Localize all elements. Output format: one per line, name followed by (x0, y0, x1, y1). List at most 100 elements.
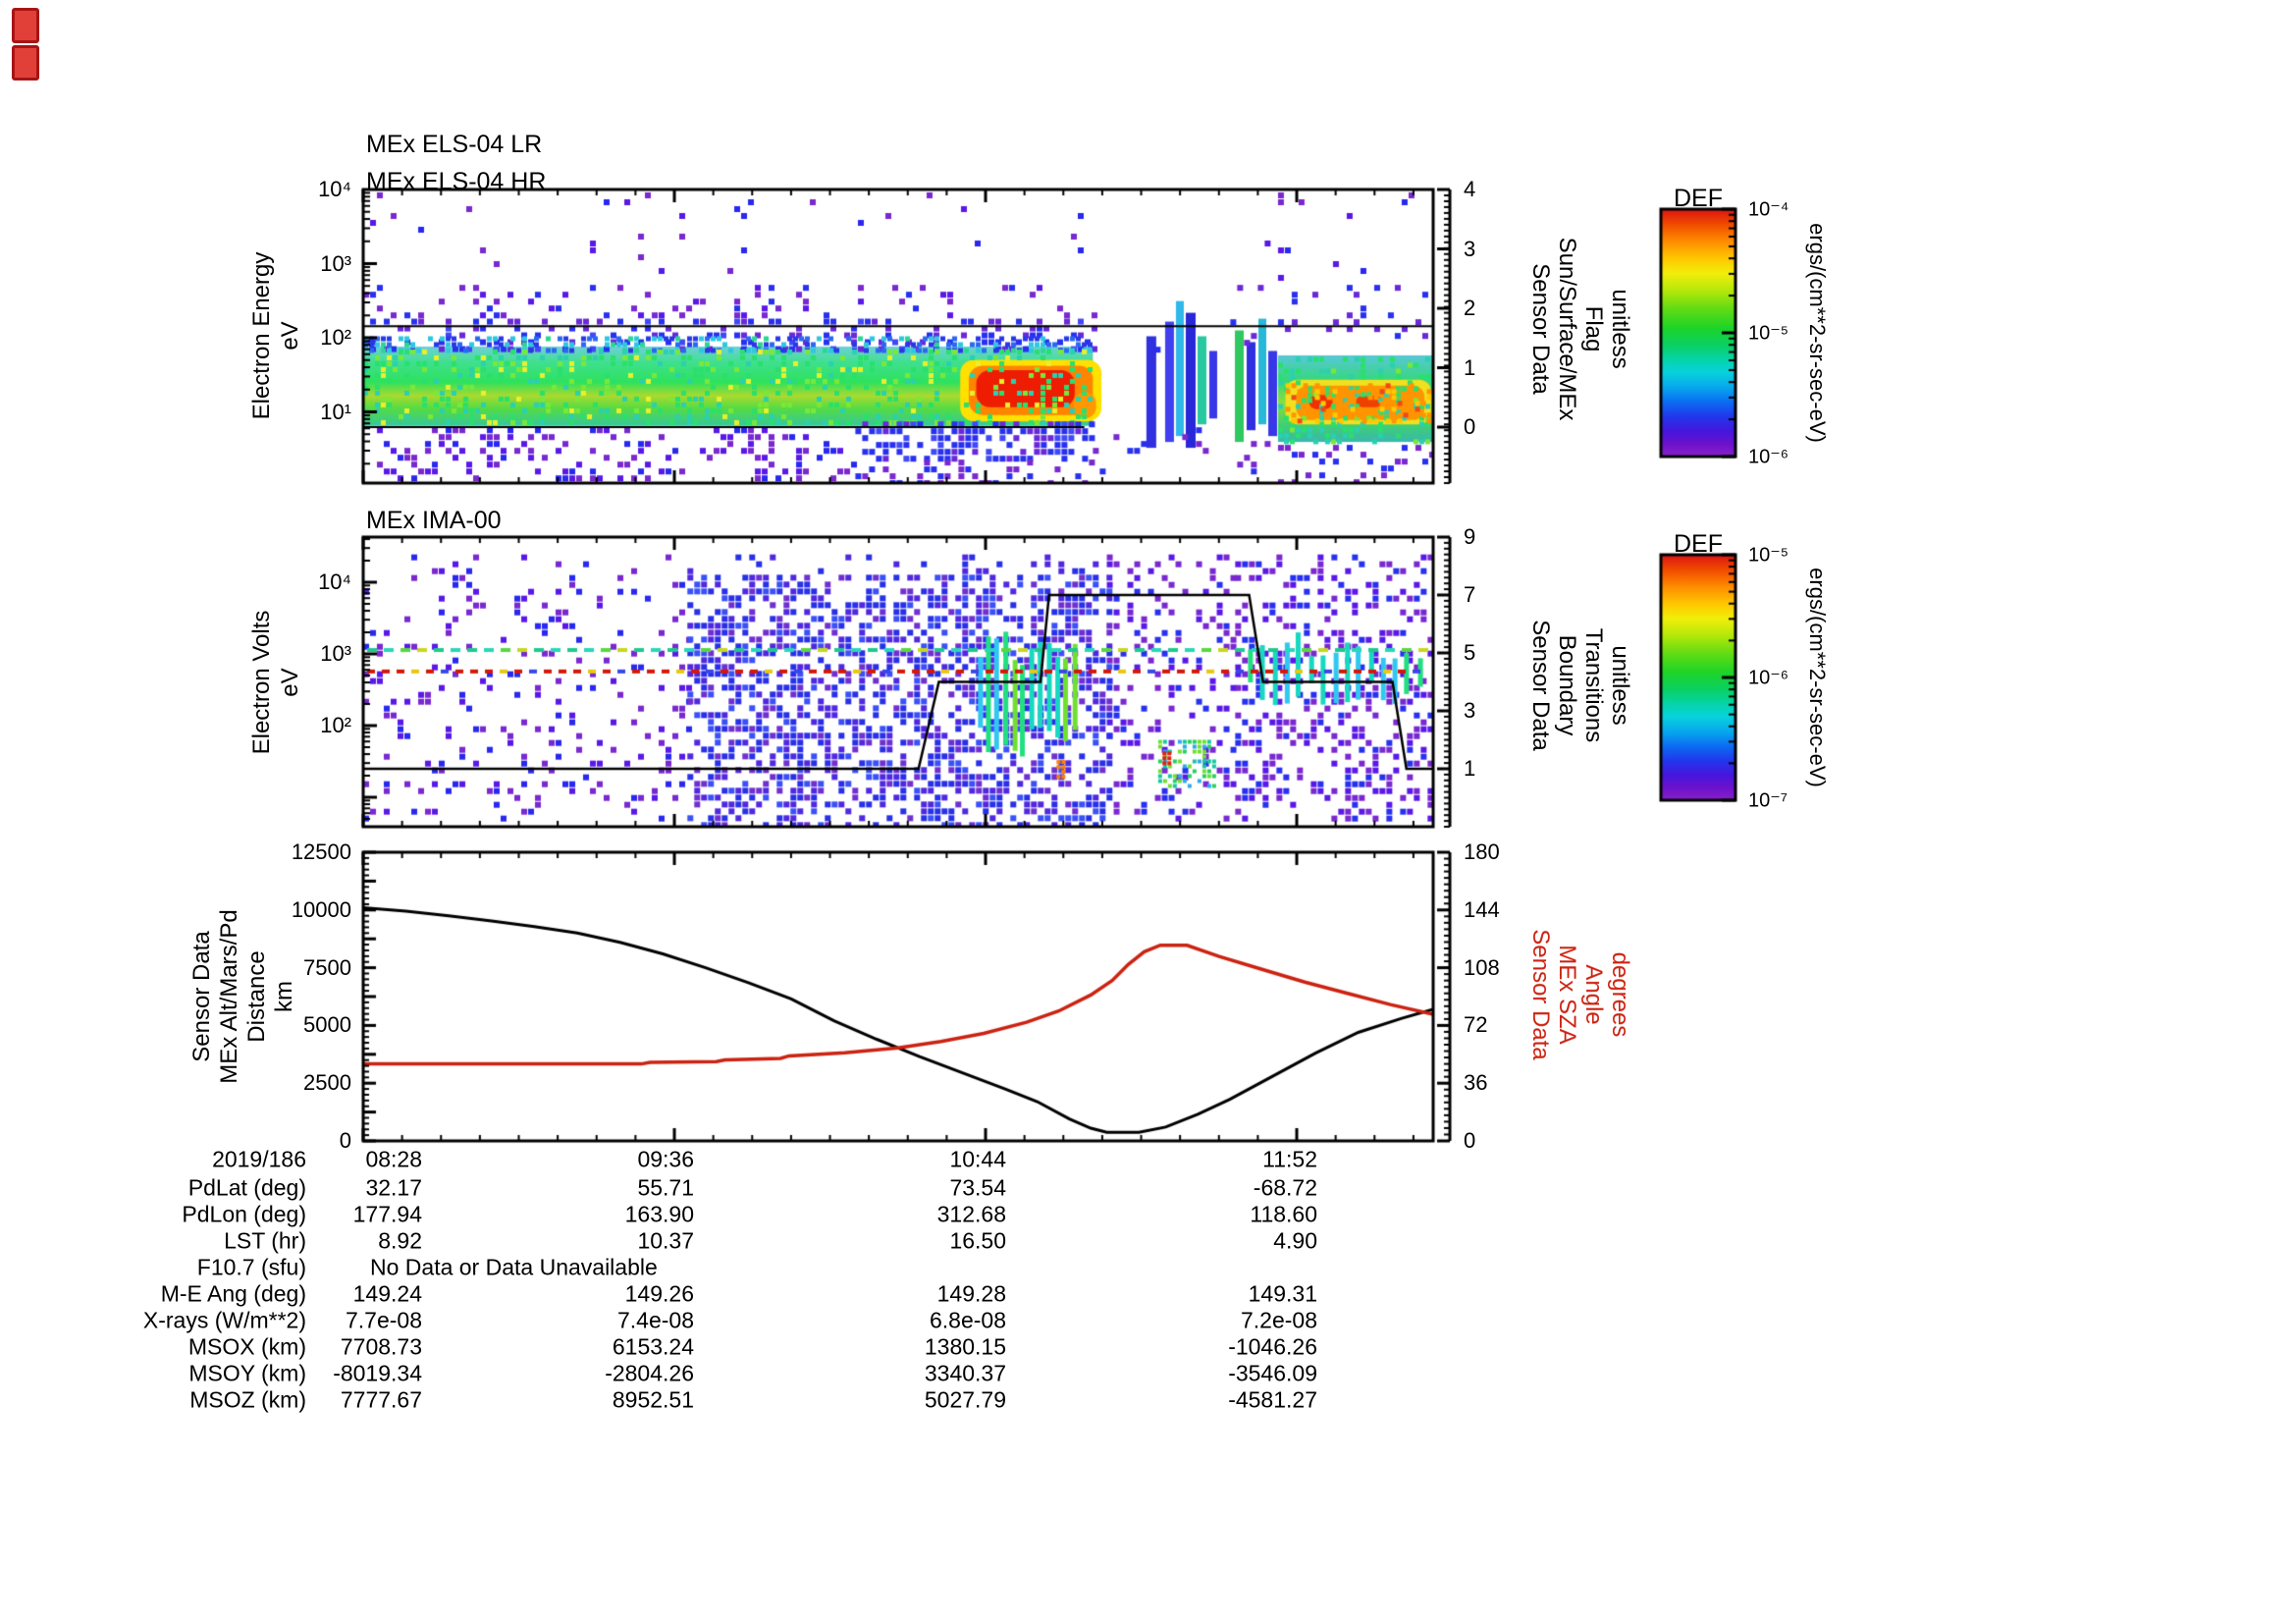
table-value: 312.68 (936, 1201, 1006, 1227)
ylabel-traj: Sensor Data MEx Alt/Mars/Pd Distance km (188, 909, 298, 1083)
ytick-label-ima: 10³ (320, 641, 351, 666)
colorbar-units-1-line: ergs/(cm**2-sr-sec-eV) (1805, 223, 1830, 443)
table-value: 16.50 (949, 1227, 1006, 1254)
ylabel-els-line: eV (277, 321, 303, 351)
table-value: 8952.51 (612, 1386, 694, 1413)
table-value: -8019.34 (333, 1360, 422, 1386)
colorbar-tick-label: 10⁻⁴ (1748, 198, 1789, 221)
table-row-label: X-rays (W/m**2) (142, 1307, 306, 1333)
rlabel-traj: degrees Angle MEx SZA Sensor Data (1527, 929, 1633, 1059)
time-tick-label: 10:44 (949, 1146, 1006, 1172)
table-value: 149.31 (1248, 1280, 1317, 1307)
rtick-label-els: 2 (1464, 296, 1476, 320)
table-value: 5027.79 (924, 1386, 1006, 1413)
panel-title-ima: MEx IMA-00 (366, 507, 502, 534)
ytick-label-els: 10¹ (320, 399, 351, 424)
ytick-label-ima: 10⁴ (318, 569, 351, 594)
ylabel-traj-line: MEx Alt/Mars/Pd (216, 909, 242, 1084)
rlabel-els-line: Flag (1580, 305, 1607, 352)
table-value: 4.90 (1273, 1227, 1317, 1254)
rlabel-els-line: Sensor Data (1527, 263, 1554, 395)
table-value: 73.54 (949, 1174, 1006, 1201)
table-row-label: MSOY (km) (188, 1360, 306, 1386)
rlabel-ima-line: unitless (1607, 645, 1633, 726)
table-value: 149.26 (624, 1280, 694, 1307)
table-value: 6.8e-08 (929, 1307, 1006, 1333)
ylabel-els-line: Electron Energy (248, 251, 275, 420)
rtick-label-ima: 7 (1464, 582, 1476, 607)
colorbar-tick-label: 10⁻⁵ (1748, 544, 1789, 567)
rtick-label-els: 0 (1464, 414, 1476, 439)
table-value: 7777.67 (340, 1386, 422, 1413)
ytick-label-traj: 7500 (303, 954, 351, 980)
colorbar-units-2: ergs/(cm**2-sr-sec-eV) (1805, 568, 1830, 787)
ylabel-traj-line: km (271, 981, 297, 1012)
rtick-label-ima: 3 (1464, 698, 1476, 723)
broken-image-icon (12, 8, 39, 43)
table-value: 118.60 (1250, 1201, 1317, 1227)
rlabel-ima: unitless Transitions Boundary Sensor Data (1527, 620, 1633, 750)
table-value: 55.71 (637, 1174, 694, 1201)
table-value: 149.28 (936, 1280, 1006, 1307)
time-tick-label: 09:36 (637, 1146, 694, 1172)
table-value: 7.7e-08 (345, 1307, 422, 1333)
table-value: 7.2e-08 (1240, 1307, 1317, 1333)
table-value: 7708.73 (340, 1333, 422, 1360)
table-row-label: PdLat (deg) (187, 1174, 306, 1201)
rlabel-ima-line: Sensor Data (1527, 620, 1554, 751)
rtick-label-els: 3 (1464, 236, 1476, 261)
table-value: 8.92 (378, 1227, 422, 1254)
rtick-label-els: 4 (1464, 177, 1476, 201)
table-row-label: PdLon (deg) (182, 1201, 306, 1227)
time-tick-label: 11:52 (1262, 1146, 1317, 1172)
table-value: -2804.26 (605, 1360, 694, 1386)
rlabel-traj-line: degrees (1607, 951, 1633, 1038)
table-row-label: F10.7 (sfu) (196, 1254, 306, 1280)
ylabel-els: Electron Energy eV (247, 252, 304, 420)
panel-title-els-hr: MEx ELS-04 HR (366, 168, 547, 195)
rtick-label-ima: 5 (1464, 640, 1476, 665)
table-value: 177.94 (352, 1201, 422, 1227)
table-row-label: M-E Ang (deg) (160, 1280, 306, 1307)
table-row-label: LST (hr) (224, 1227, 306, 1254)
rlabel-traj-line: Sensor Data (1527, 929, 1554, 1060)
rtick-label-traj: 0 (1464, 1128, 1476, 1153)
table-value: -4581.27 (1228, 1386, 1317, 1413)
ytick-label-els: 10⁴ (318, 177, 351, 201)
colorbar-units-2-line: ergs/(cm**2-sr-sec-eV) (1805, 568, 1830, 787)
panel-title-els-lr: MEx ELS-04 LR (366, 131, 543, 158)
table-value: 10.37 (637, 1227, 694, 1254)
rlabel-els-line: unitless (1607, 289, 1633, 369)
time-tick-label: 08:28 (365, 1146, 422, 1172)
rlabel-ima-line: Boundary (1554, 634, 1580, 736)
table-value: -1046.26 (1228, 1333, 1317, 1360)
table-value: 7.4e-08 (616, 1307, 694, 1333)
table-value: 6153.24 (612, 1333, 694, 1360)
colorbar-tick-label: 10⁻⁶ (1748, 667, 1789, 689)
rtick-label-traj: 36 (1464, 1070, 1488, 1096)
rlabel-ima-line: Transitions (1580, 627, 1607, 743)
ytick-label-ima: 10² (320, 713, 351, 737)
ytick-label-els: 10² (320, 325, 351, 350)
table-value: 3340.37 (924, 1360, 1006, 1386)
ytick-label-traj: 0 (339, 1128, 351, 1153)
table-row-label: MSOZ (km) (189, 1386, 306, 1413)
table-value: 32.17 (365, 1174, 422, 1201)
table-value: -3546.09 (1228, 1360, 1317, 1386)
colorbar-title-2: DEF (1674, 530, 1723, 558)
rtick-label-els: 1 (1464, 354, 1476, 380)
colorbar-tick-label: 10⁻⁷ (1748, 789, 1789, 812)
rtick-label-ima: 1 (1464, 756, 1476, 781)
rtick-label-traj: 108 (1464, 954, 1500, 980)
ylabel-ima-line: Electron Volts (248, 610, 275, 755)
date-label: 2019/186 (212, 1146, 306, 1172)
ytick-label-traj: 10000 (291, 896, 351, 922)
ylabel-traj-line: Sensor Data (188, 931, 215, 1062)
rlabel-traj-line: MEx SZA (1554, 945, 1580, 1045)
colorbar-units-1: ergs/(cm**2-sr-sec-eV) (1805, 223, 1830, 443)
colorbar-tick-label: 10⁻⁵ (1748, 322, 1789, 345)
rlabel-els: unitless Flag Sun/Surface/MEx Sensor Data (1527, 238, 1633, 421)
mex-orbit-summary-figure: MEx ELS-04 LR MEx ELS-04 HR MEx IMA-00 D… (0, 0, 2296, 1623)
ytick-label-els: 10³ (320, 250, 351, 276)
ylabel-traj-line: Distance (243, 950, 270, 1043)
